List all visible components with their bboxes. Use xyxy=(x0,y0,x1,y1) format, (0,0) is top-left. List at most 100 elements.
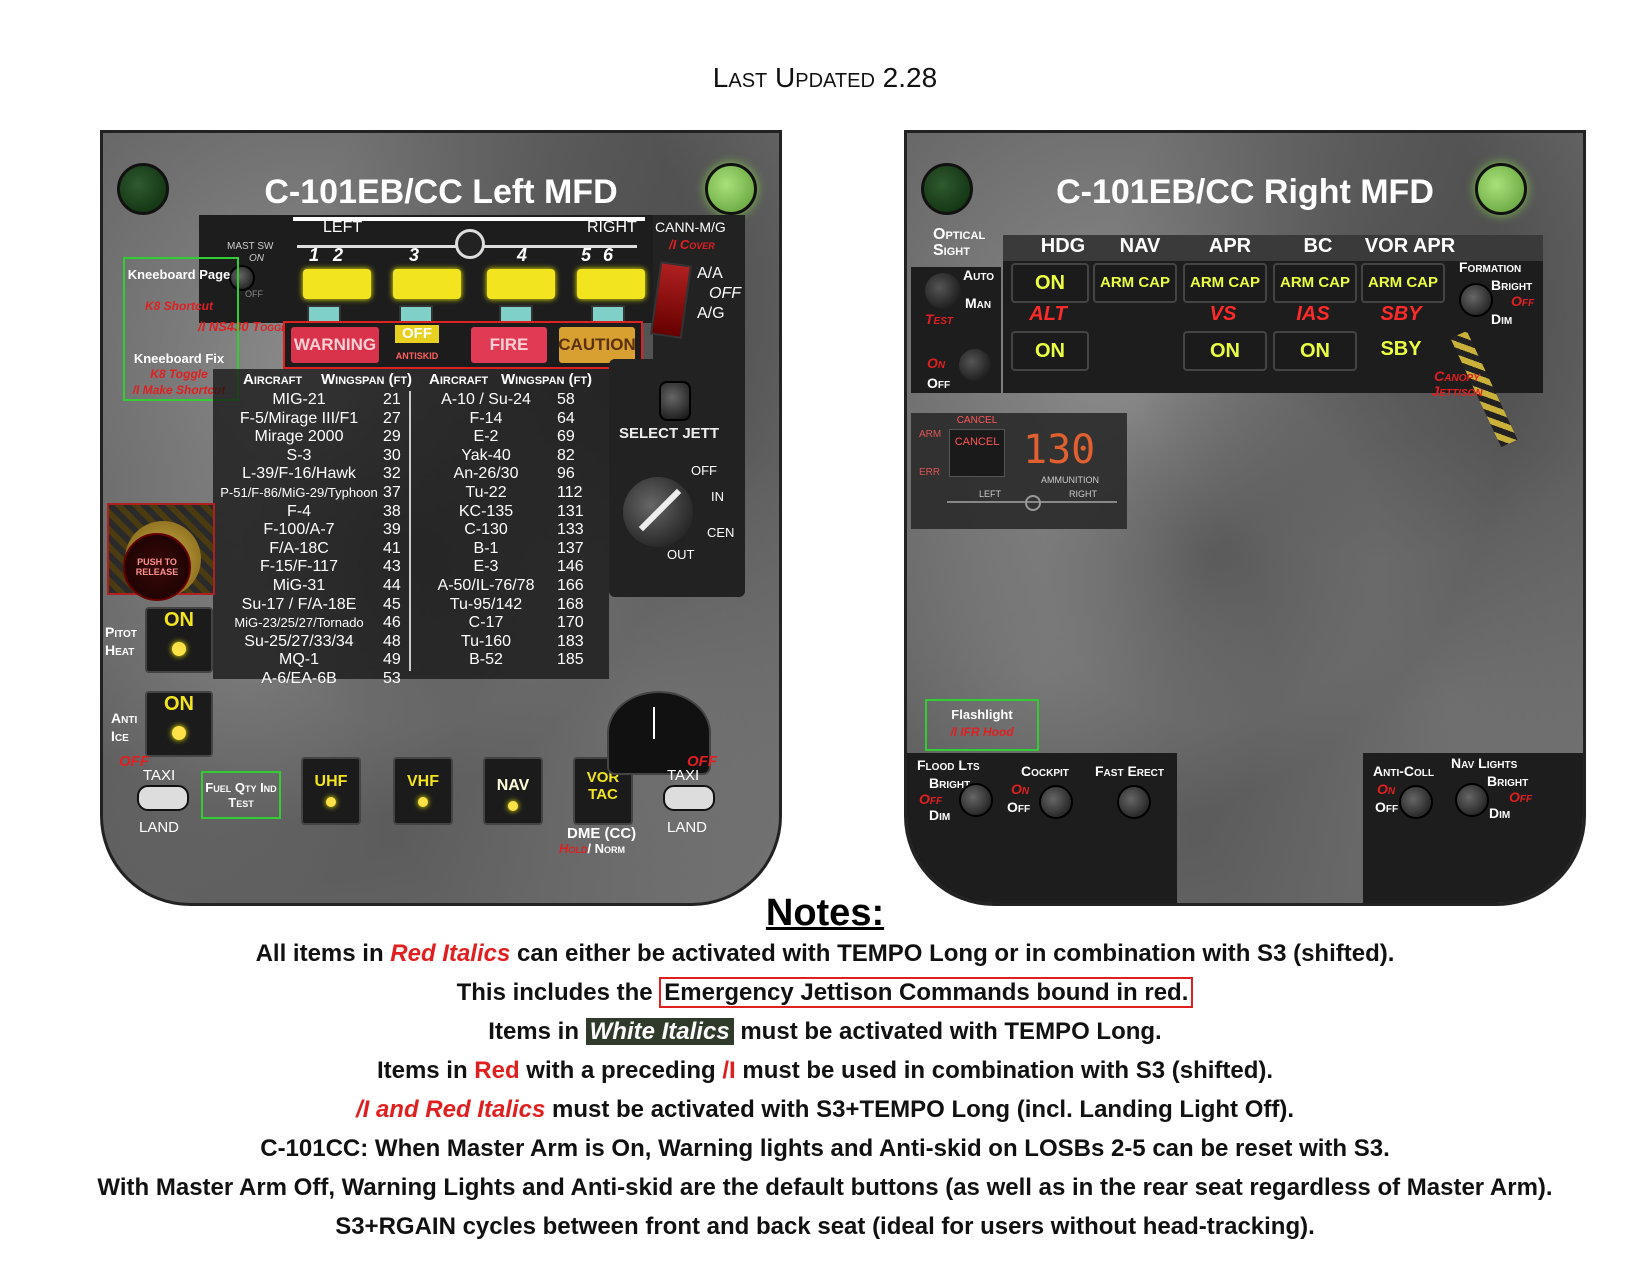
notes-title: Notes: xyxy=(765,892,885,934)
cann-cover-label[interactable]: /I Cover xyxy=(669,237,715,252)
alt-red-label[interactable]: ALT xyxy=(1011,303,1085,326)
cockpit-on-label[interactable]: On xyxy=(1011,781,1029,797)
aircraft-cell: F-4 xyxy=(287,502,311,520)
wingspan-cell: 133 xyxy=(557,521,584,539)
aircraft-cell: E-2 xyxy=(473,428,499,446)
aircraft-cell: Su-17 / F/A-18E xyxy=(241,595,357,613)
vor-apr-arm-cap-button[interactable]: ARM CAP xyxy=(1361,263,1445,303)
pitot-heat-light xyxy=(172,642,186,656)
anti-ice-button[interactable]: ON xyxy=(145,691,213,757)
optical-sight-switch[interactable] xyxy=(925,273,961,309)
dme-hold-norm[interactable]: Hold/ Norm xyxy=(559,841,625,856)
pitot-heat-button[interactable]: ON xyxy=(145,607,213,673)
sby-red-label[interactable]: SBY xyxy=(1361,303,1441,326)
taxi-land-right-switch[interactable] xyxy=(663,785,715,811)
clock-hand-icon xyxy=(653,707,655,739)
station-lamp-1[interactable] xyxy=(303,269,371,299)
bc-arm-cap-button[interactable]: ARM CAP xyxy=(1273,263,1357,303)
nav-radio-button[interactable]: NAV xyxy=(483,757,543,825)
formation-knob[interactable] xyxy=(1459,283,1493,317)
vs-red-label[interactable]: VS xyxy=(1183,303,1263,326)
aircraft-cell: F-14 xyxy=(469,409,503,427)
anti-ice-light xyxy=(172,726,186,740)
aircraft-cell: Tu-160 xyxy=(460,632,512,650)
fast-erect-knob[interactable] xyxy=(1117,785,1151,819)
table-header-aircraft-1: Aircraft xyxy=(243,371,303,388)
aircraft-cell: Mirage 2000 xyxy=(254,428,344,446)
gauge-center-icon xyxy=(455,229,485,259)
select-jett-knob-top[interactable] xyxy=(659,381,691,421)
wingspan-cell: 168 xyxy=(557,595,584,613)
station-lamp-3[interactable] xyxy=(487,269,555,299)
table-header-aircraft-2: Aircraft xyxy=(429,371,489,388)
caution-button[interactable]: CAUTION xyxy=(558,327,636,363)
ap-head-apr: APR xyxy=(1208,235,1252,257)
nav-lights-knob[interactable] xyxy=(1455,783,1489,817)
hdg-button[interactable]: ON xyxy=(1011,263,1089,303)
land-right-label: LAND xyxy=(667,819,708,836)
cann-title: CANN-M/G xyxy=(655,219,726,235)
flood-lts-knob[interactable] xyxy=(959,783,993,817)
fire-button[interactable]: FIRE xyxy=(471,327,547,363)
flashlight-ifr-hood[interactable]: /I IFR Hood xyxy=(927,725,1037,739)
ias-red-label[interactable]: IAS xyxy=(1273,303,1353,326)
formation-off-label[interactable]: Off xyxy=(1511,293,1534,309)
wingspan-cell: 45 xyxy=(383,595,401,613)
mast-sw-label: MAST SW xyxy=(227,241,274,252)
station-lamp-4[interactable] xyxy=(577,269,645,299)
dme-label: DME (CC) xyxy=(567,825,637,842)
flashlight-label: Flashlight xyxy=(951,707,1013,722)
aircraft-cell: A-50/IL-76/78 xyxy=(437,576,535,594)
canopy-jettison-label[interactable]: Canopy Jettison xyxy=(1425,369,1489,399)
kneeboard-page-shortcut[interactable]: K8 Shortcut xyxy=(125,299,233,313)
ammo-left-label: LEFT xyxy=(979,489,1002,499)
optical-on-label[interactable]: On xyxy=(927,355,945,371)
alt-button[interactable]: ON xyxy=(1011,331,1089,371)
ammo-count-display: 130 xyxy=(1023,427,1096,473)
aircraft-cell: F/A-18C xyxy=(269,539,329,557)
wingspan-cell: 170 xyxy=(557,614,584,632)
station-2: 2 xyxy=(333,245,344,265)
ammo-center-icon xyxy=(1025,495,1041,511)
ias-button[interactable]: ON xyxy=(1273,331,1357,371)
station-lamp-2[interactable] xyxy=(393,269,461,299)
nav-arm-cap-button[interactable]: ARM CAP xyxy=(1093,263,1177,303)
sby-button[interactable]: SBY xyxy=(1361,331,1441,367)
cockpit-knob[interactable] xyxy=(1039,785,1073,819)
vs-button[interactable]: ON xyxy=(1183,331,1267,371)
right-mfd-title: C-101EB/CC Right MFD xyxy=(1056,173,1434,211)
wingspan-cell: 38 xyxy=(383,502,401,520)
table-header-wingspan-2: Wingspan (ft) xyxy=(501,371,593,388)
wingspan-cell: 137 xyxy=(557,539,584,557)
apr-arm-cap-button[interactable]: ARM CAP xyxy=(1183,263,1267,303)
uhf-button[interactable]: UHF xyxy=(301,757,361,825)
fuel-qty-ind-test[interactable]: Fuel Qty Ind Test xyxy=(201,771,281,819)
jett-cen-label: CEN xyxy=(707,525,735,540)
anti-coll-on-label[interactable]: On xyxy=(1377,781,1395,797)
antiskid-off-button[interactable]: OFF xyxy=(395,325,439,343)
push-to-release-button[interactable]: PUSH TO RELEASE xyxy=(123,533,191,601)
optical-test-label[interactable]: Test xyxy=(925,311,953,327)
kneeboard-fix-label[interactable]: Kneeboard Fix xyxy=(125,351,233,366)
select-jett-label: SELECT JETT xyxy=(619,425,720,442)
wingspan-cell: 183 xyxy=(557,632,584,650)
left-mfd-title: C-101EB/CC Left MFD xyxy=(264,173,618,211)
taxi-land-left-switch[interactable] xyxy=(137,785,189,811)
aircraft-cell: F-100/A-7 xyxy=(263,521,335,539)
vhf-button[interactable]: VHF xyxy=(393,757,453,825)
aircraft-cell: MiG-31 xyxy=(272,576,326,594)
nav-lights-bright-label: Bright xyxy=(1487,773,1529,789)
anti-coll-knob[interactable] xyxy=(1399,785,1433,819)
nav-lights-off-label[interactable]: Off xyxy=(1509,789,1532,805)
warning-button[interactable]: WARNING xyxy=(291,327,379,363)
station-3: 3 xyxy=(409,245,420,265)
note-8: S3+RGAIN cycles between front and back s… xyxy=(335,1213,1315,1240)
aircraft-cell: Tu-95/142 xyxy=(449,595,523,613)
fast-erect-label: Fast Erect xyxy=(1095,763,1165,779)
flood-off-label[interactable]: Off xyxy=(919,791,942,807)
aircraft-cell: MQ-1 xyxy=(279,651,319,669)
ammo-cancel-button[interactable]: CANCEL xyxy=(949,429,1005,477)
optical-power-switch[interactable] xyxy=(959,349,991,381)
mast-on-label: ON xyxy=(249,253,264,264)
kneeboard-page-label[interactable]: Kneeboard Page xyxy=(125,267,233,282)
